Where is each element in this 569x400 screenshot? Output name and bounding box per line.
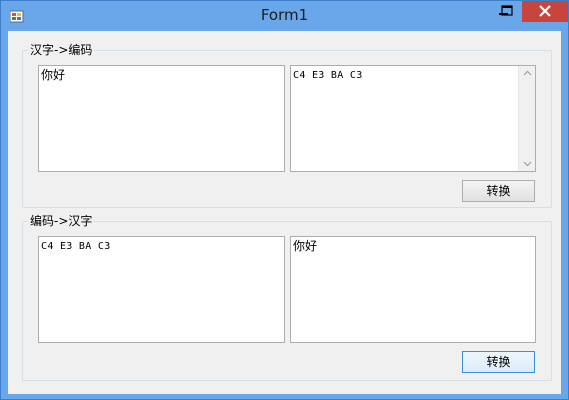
decode-convert-button[interactable]: 转换 bbox=[462, 351, 535, 373]
encode-output-text: C4 E3 BA C3 bbox=[293, 70, 363, 81]
maximize-icon[interactable] bbox=[494, 1, 520, 22]
decode-output-textbox[interactable]: 你好 bbox=[290, 236, 536, 343]
encode-groupbox: 汉字->编码 你好 C4 E3 BA C3 转换 bbox=[22, 42, 552, 208]
window-title: Form1 bbox=[260, 6, 309, 24]
main-window: Form1 汉字->编码 你好 C4 E3 BA C3 转换 编码->汉字 C4… bbox=[0, 0, 569, 400]
encode-input-textbox[interactable]: 你好 bbox=[38, 65, 285, 172]
decode-input-textbox[interactable]: C4 E3 BA C3 bbox=[38, 236, 285, 343]
scroll-up-icon[interactable] bbox=[523, 69, 532, 78]
title-bar[interactable]: Form1 bbox=[1, 1, 568, 31]
form-client-area: 汉字->编码 你好 C4 E3 BA C3 转换 编码->汉字 C4 E3 BA bbox=[8, 31, 561, 394]
encode-group-legend: 汉字->编码 bbox=[28, 42, 95, 58]
decode-input-text: C4 E3 BA C3 bbox=[41, 241, 111, 252]
decode-groupbox: 编码->汉字 C4 E3 BA C3 你好 转换 bbox=[22, 213, 552, 381]
close-icon[interactable] bbox=[522, 1, 568, 22]
encode-convert-button[interactable]: 转换 bbox=[462, 180, 535, 202]
encode-output-textbox[interactable]: C4 E3 BA C3 bbox=[290, 65, 536, 172]
scroll-down-icon[interactable] bbox=[523, 159, 532, 168]
encode-output-scrollbar[interactable] bbox=[518, 66, 535, 171]
decode-group-legend: 编码->汉字 bbox=[28, 213, 95, 229]
